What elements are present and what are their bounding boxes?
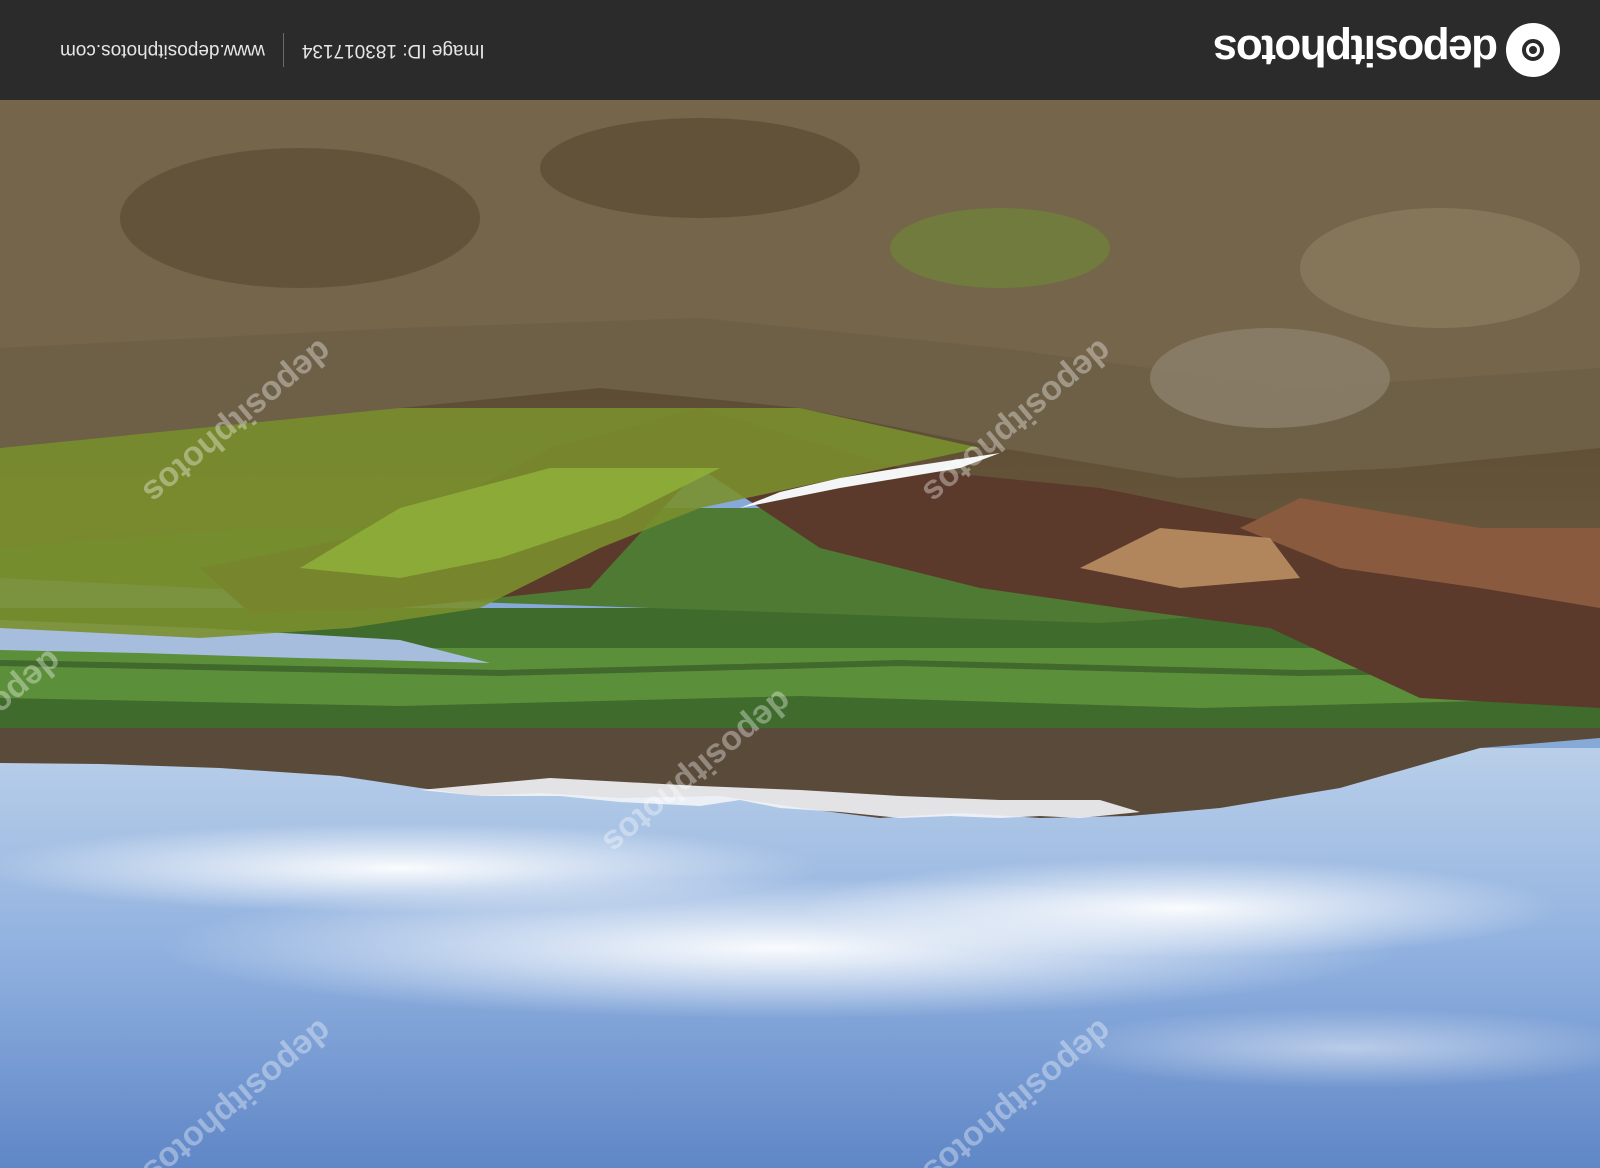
image-meta: Image ID: 183017134 www.depositphotos.co…	[60, 0, 485, 100]
camera-logo-icon	[1506, 23, 1560, 77]
stock-photo: depositphotos depositphotos depositphoto…	[0, 100, 1600, 1168]
screenshot-frame: depositphotos depositphotos depositphoto…	[0, 0, 1600, 1168]
brand-name: depositphotos	[1214, 26, 1498, 75]
landscape-image: depositphotos depositphotos depositphoto…	[0, 100, 1600, 1168]
image-id-value: 183017134	[301, 40, 397, 61]
brand-logo[interactable]: depositphotos	[1214, 22, 1560, 78]
site-link[interactable]: www.depositphotos.com	[60, 39, 265, 61]
divider	[282, 33, 284, 67]
image-id-label: Image ID:	[402, 40, 485, 61]
footer-bar: depositphotos Image ID: 183017134 www.de…	[0, 0, 1600, 100]
